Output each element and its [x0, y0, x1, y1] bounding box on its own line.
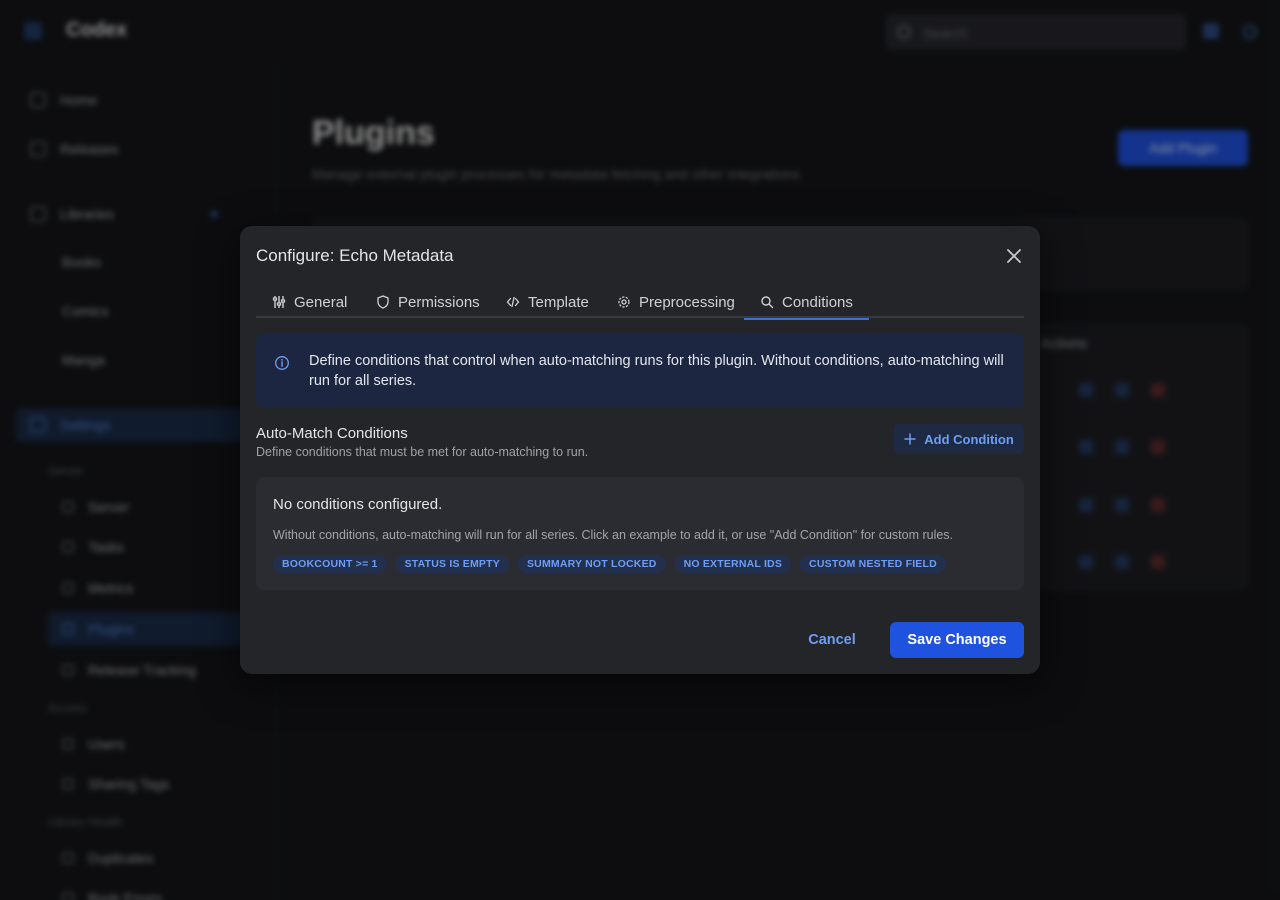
cancel-button[interactable]: Cancel	[790, 622, 874, 658]
search-icon	[761, 296, 774, 309]
empty-conditions-panel: No conditions configured. Without condit…	[256, 477, 1024, 590]
sliders-icon	[272, 296, 286, 308]
example-chip-custom-nested-field[interactable]: CUSTOM NESTED FIELD	[800, 555, 946, 573]
modal-title: Configure: Echo Metadata	[256, 246, 454, 265]
shield-icon	[377, 295, 389, 309]
section-title: Auto-Match Conditions	[256, 425, 408, 442]
tab-template[interactable]: Template	[506, 286, 589, 318]
empty-title: No conditions configured.	[273, 496, 443, 513]
info-icon	[275, 356, 289, 370]
plus-icon	[904, 433, 916, 445]
modal-tabs: General Permissions Template Preprocessi…	[256, 286, 1024, 320]
example-chip-status-empty[interactable]: STATUS IS EMPTY	[395, 555, 509, 573]
tab-conditions[interactable]: Conditions	[744, 286, 869, 320]
section-subtitle: Define conditions that must be met for a…	[256, 445, 589, 459]
example-chip-no-external-ids[interactable]: NO EXTERNAL IDS	[674, 555, 792, 573]
tab-permissions[interactable]: Permissions	[376, 286, 480, 318]
close-icon[interactable]	[1004, 246, 1024, 266]
example-chips: BOOKCOUNT >= 1 STATUS IS EMPTY SUMMARY N…	[273, 555, 946, 573]
info-alert: Define conditions that control when auto…	[256, 334, 1024, 408]
example-chip-summary-not-locked[interactable]: SUMMARY NOT LOCKED	[517, 555, 666, 573]
save-changes-button[interactable]: Save Changes	[890, 622, 1024, 658]
gear-icon	[618, 296, 630, 308]
code-icon	[506, 296, 520, 308]
info-text: Define conditions that control when auto…	[309, 353, 1004, 389]
tab-preprocessing[interactable]: Preprocessing	[617, 286, 735, 318]
add-condition-button[interactable]: Add Condition	[894, 424, 1024, 454]
example-chip-bookcount[interactable]: BOOKCOUNT >= 1	[273, 555, 387, 573]
empty-description: Without conditions, auto-matching will r…	[273, 528, 954, 542]
tab-general[interactable]: General	[272, 286, 347, 318]
configure-plugin-modal: Configure: Echo Metadata General Permiss…	[240, 226, 1040, 674]
